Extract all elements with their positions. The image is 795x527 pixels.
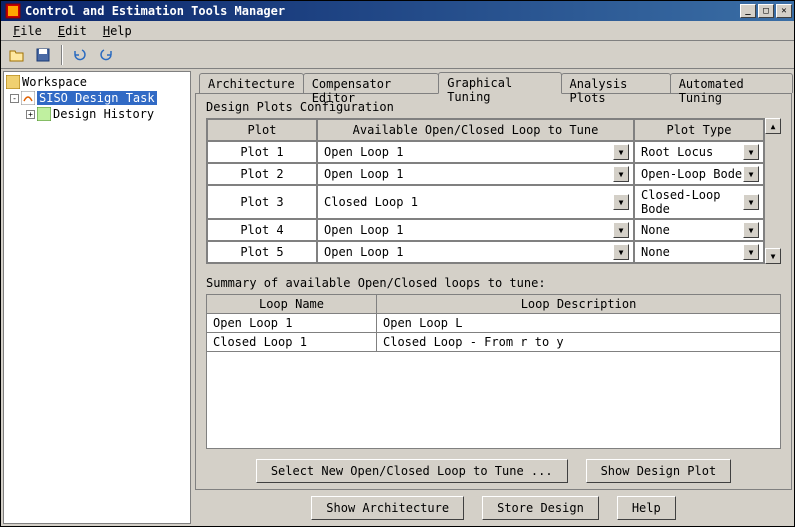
table-row: Plot 4 Open Loop 1▼ None▼ [207,219,764,241]
toolbar-separator [61,45,62,65]
chevron-down-icon[interactable]: ▼ [613,244,629,260]
select-loop-button[interactable]: Select New Open/Closed Loop to Tune ... [256,459,568,483]
maximize-button[interactable]: □ [758,4,774,18]
chevron-down-icon[interactable]: ▼ [743,244,759,260]
type-select[interactable]: None▼ [639,222,759,238]
chevron-down-icon[interactable]: ▼ [613,222,629,238]
store-design-button[interactable]: Store Design [482,496,599,520]
type-select[interactable]: Root Locus▼ [639,144,759,160]
table-row: Plot 1 Open Loop 1▼ Root Locus▼ [207,141,764,163]
tab-automated-tuning[interactable]: Automated Tuning [670,73,793,93]
menu-edit[interactable]: Edit [50,22,95,40]
tree-root-label[interactable]: Workspace [22,75,87,89]
tab-graphical-tuning[interactable]: Graphical Tuning [438,72,561,94]
save-icon[interactable] [33,45,53,65]
tree-task-label[interactable]: SISO Design Task [37,91,157,105]
col-loop-name: Loop Name [207,295,377,314]
chevron-down-icon[interactable]: ▼ [743,144,759,160]
loop-select[interactable]: Open Loop 1▼ [322,166,629,182]
scrollbar[interactable]: ▲ ▼ [765,118,781,264]
table-row: Plot 3 Closed Loop 1▼ Closed-Loop Bode▼ [207,185,764,219]
type-select[interactable]: Closed-Loop Bode▼ [639,188,759,216]
col-loop-desc: Loop Description [377,295,781,314]
menu-file[interactable]: File [5,22,50,40]
chevron-down-icon[interactable]: ▼ [613,166,629,182]
help-button[interactable]: Help [617,496,676,520]
tab-architecture[interactable]: Architecture [199,73,304,93]
open-icon[interactable] [7,45,27,65]
table-row: Plot 2 Open Loop 1▼ Open-Loop Bode▼ [207,163,764,185]
minimize-button[interactable]: _ [740,4,756,18]
history-icon [37,107,51,121]
app-icon [5,3,21,19]
loop-select[interactable]: Closed Loop 1▼ [322,194,629,210]
tab-compensator-editor[interactable]: Compensator Editor [303,73,439,93]
chevron-down-icon[interactable]: ▼ [743,194,759,210]
redo-icon[interactable] [96,45,116,65]
matlab-icon [21,91,35,105]
title-bar: Control and Estimation Tools Manager _ □… [1,1,794,21]
plots-table: Plot Available Open/Closed Loop to Tune … [206,118,765,264]
chevron-down-icon[interactable]: ▼ [743,166,759,182]
tab-content: Design Plots Configuration Plot Availabl… [195,93,792,490]
collapse-icon[interactable]: - [10,94,19,103]
workspace-icon [6,75,20,89]
col-loop: Available Open/Closed Loop to Tune [317,119,634,141]
show-architecture-button[interactable]: Show Architecture [311,496,464,520]
chevron-down-icon[interactable]: ▼ [613,144,629,160]
summary-blank-area [206,352,781,449]
table-row: Open Loop 1 Open Loop L [207,314,781,333]
type-select[interactable]: Open-Loop Bode▼ [639,166,759,182]
table-row: Plot 5 Open Loop 1▼ None▼ [207,241,764,263]
expand-icon[interactable]: + [26,110,35,119]
scroll-up-icon[interactable]: ▲ [765,118,781,134]
col-type: Plot Type [634,119,764,141]
tree-history-label[interactable]: Design History [53,107,154,121]
tab-bar: Architecture Compensator Editor Graphica… [195,71,792,93]
scroll-down-icon[interactable]: ▼ [765,248,781,264]
loop-select[interactable]: Open Loop 1▼ [322,244,629,260]
chevron-down-icon[interactable]: ▼ [743,222,759,238]
menu-help[interactable]: Help [95,22,140,40]
type-select[interactable]: None▼ [639,244,759,260]
window-title: Control and Estimation Tools Manager [25,4,740,18]
summary-label: Summary of available Open/Closed loops t… [206,276,781,290]
tab-analysis-plots[interactable]: Analysis Plots [561,73,671,93]
col-plot: Plot [207,119,317,141]
workspace-tree[interactable]: Workspace - SISO Design Task + Design Hi… [3,71,191,524]
loop-select[interactable]: Open Loop 1▼ [322,144,629,160]
toolbar [1,41,794,69]
show-design-plot-button[interactable]: Show Design Plot [586,459,732,483]
menu-bar: File Edit Help [1,21,794,41]
bottom-button-row: Show Architecture Store Design Help [195,490,792,524]
table-row: Closed Loop 1 Closed Loop - From r to y [207,333,781,352]
close-button[interactable]: ✕ [776,4,792,18]
chevron-down-icon[interactable]: ▼ [613,194,629,210]
loop-select[interactable]: Open Loop 1▼ [322,222,629,238]
summary-table: Loop Name Loop Description Open Loop 1 O… [206,294,781,352]
undo-icon[interactable] [70,45,90,65]
